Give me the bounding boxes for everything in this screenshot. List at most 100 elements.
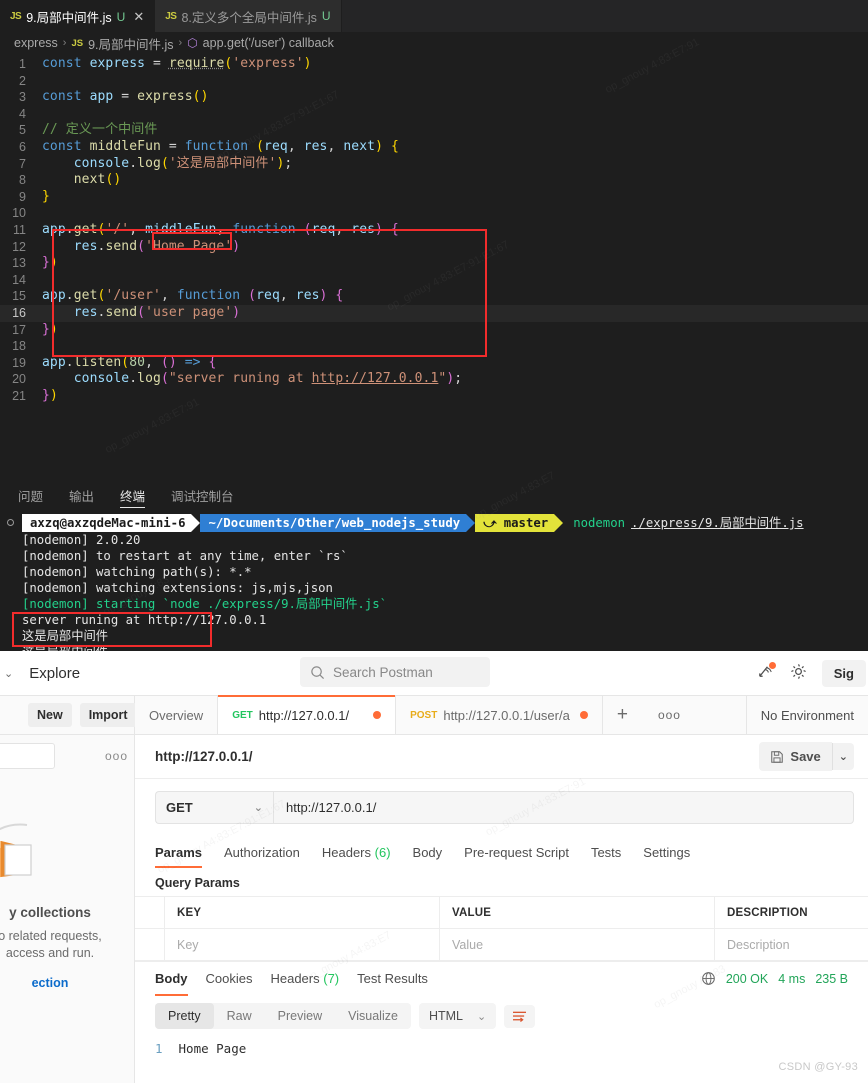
editor-tab-label: 9.局部中间件.js [26,11,112,25]
cell-description[interactable]: Description [715,929,868,961]
code-line: 10 [0,205,868,222]
chevron-down-icon: ⌄ [253,802,263,814]
create-collection-link[interactable]: ection [32,976,69,990]
postman-body: ooo y collections o related requests, ac… [0,735,868,1083]
explore-button[interactable]: Explore [19,665,80,682]
request-tab-post[interactable]: POST http://127.0.0.1/user/a [396,696,603,734]
chevron-down-icon[interactable]: ⌄ [0,667,19,680]
tab-headers[interactable]: Headers (6) [322,836,391,868]
empty-title: y collections [9,905,91,920]
status-code: 200 OK [725,971,769,986]
view-mode-pills: Pretty Raw Preview Visualize [155,1003,411,1029]
import-button[interactable]: Import [79,703,137,727]
code-line: 9} [0,189,868,206]
unsaved-dot [373,711,382,719]
new-button[interactable]: New [28,703,72,727]
header-key: KEY [165,896,440,929]
language-select[interactable]: HTML ⌄ [418,1003,497,1029]
code-line: 13}) [0,255,868,272]
terminal-line: [nodemon] 2.0.20 [22,533,141,547]
pill-pretty[interactable]: Pretty [155,1003,214,1029]
header-actions: Sig [756,651,868,695]
invite-icon[interactable] [756,662,776,684]
pill-visualize[interactable]: Visualize [335,1003,411,1029]
line-number: 8 [19,173,26,188]
panel-tab-output[interactable]: 输出 [69,480,94,510]
language-value: HTML [428,1009,463,1023]
more-horizontal-icon[interactable]: ooo [642,696,697,734]
panel-tab-problems[interactable]: 问题 [18,480,43,510]
code-line: 8 next() [0,172,868,189]
segment-arrow [554,514,564,532]
gear-icon[interactable] [789,662,808,684]
tab-cookies[interactable]: Cookies [206,962,253,996]
tab-method: GET [232,709,253,721]
line-number: 17 [12,322,26,337]
search-input[interactable]: Search Postman [300,657,490,687]
breadcrumb-root[interactable]: express [14,36,58,50]
cell-key[interactable]: Key [165,928,440,961]
breadcrumb: express › JS 9.局部中间件.js › ⬡ app.get('/us… [0,32,868,54]
tab-params[interactable]: Params [155,836,202,868]
url-input[interactable]: http://127.0.0.1/ [273,791,854,824]
save-button[interactable]: Save [759,742,832,771]
code-line: 7 console.log('这是局部中间件'); [0,156,868,173]
wrap-lines-button[interactable] [504,1004,536,1028]
terminal-line: [nodemon] to restart at any time, enter … [22,549,348,563]
cell-value[interactable]: Value [440,928,715,961]
tab-body[interactable]: Body [413,836,443,868]
tab-pre-request-script[interactable]: Pre-request Script [464,836,569,868]
plus-icon[interactable]: + [603,696,642,734]
editor-tab-inactive[interactable]: JS 8.定义多个全局中间件.js U [155,0,342,32]
panel-tab-terminal[interactable]: 终端 [120,480,146,510]
response-size: 235 B [815,971,848,986]
request-pane: http://127.0.0.1/ Save ⌄ GET ⌄ http://12… [135,735,868,1083]
editor-tab-active[interactable]: JS 9.局部中间件.js U ✕ [0,0,156,32]
terminal-line: [nodemon] watching extensions: js,mjs,js… [22,581,333,595]
tab-tests[interactable]: Tests [591,836,621,868]
method-value: GET [166,800,193,815]
pill-raw[interactable]: Raw [214,1003,265,1029]
tab-response-body[interactable]: Body [155,962,188,996]
response-view-bar: Pretty Raw Preview Visualize HTML ⌄ [135,995,868,1037]
tab-test-results[interactable]: Test Results [357,962,428,996]
symbol-object-icon: ⬡ [187,36,198,50]
postman-window: ⌄ Explore Search Postman Sig New Import … [0,651,868,1083]
response-meta: 200 OK 4 ms 235 B [701,971,848,986]
breadcrumb-file[interactable]: 9.局部中间件.js [88,34,173,53]
code-editor[interactable]: 1 const express = require('express') 2 3c… [0,54,868,404]
save-chevron-down-icon[interactable]: ⌄ [831,743,854,770]
environment-selector[interactable]: No Environment [745,696,868,734]
breadcrumb-symbol[interactable]: app.get('/user') callback [203,36,334,50]
terminal-line: [nodemon] starting `node ./express/9.局部中… [22,597,388,611]
more-horizontal-icon[interactable]: ooo [105,749,128,763]
tab-response-headers[interactable]: Headers (7) [270,962,339,996]
code-line: 2 [0,73,868,90]
row-checkbox[interactable] [135,928,165,961]
pill-preview[interactable]: Preview [265,1003,335,1029]
segment-arrow [191,514,201,532]
close-icon[interactable]: ✕ [133,10,144,23]
line-number: 5 [19,123,26,138]
chevron-right-icon: › [178,37,183,49]
code-line: 3 const app = express() [0,89,868,106]
panel-tab-debug-console[interactable]: 调试控制台 [171,480,234,510]
editor-tab-state: U [321,9,331,23]
sidebar: ooo y collections o related requests, ac… [0,735,135,1083]
wrap-lines-icon [513,1011,527,1022]
tab-authorization[interactable]: Authorization [224,836,300,868]
sidebar-filter-input[interactable] [0,743,55,769]
response-body[interactable]: 1 Home Page [135,1037,868,1060]
terminal-line: [nodemon] watching path(s): *.* [22,565,252,579]
sign-in-button[interactable]: Sig [821,659,866,687]
method-select[interactable]: GET ⌄ [155,791,273,824]
terminal[interactable]: axzq@axzqdeMac-mini-6 ~/Documents/Other/… [0,510,868,651]
select-all-cell[interactable] [135,896,165,929]
request-tab-overview[interactable]: Overview [135,696,219,734]
url-bar: GET ⌄ http://127.0.0.1/ [135,779,868,836]
table-row[interactable]: Key Value Description [135,928,868,961]
tab-settings[interactable]: Settings [643,836,690,868]
request-tab-get[interactable]: GET http://127.0.0.1/ [218,695,397,734]
segment-arrow [466,514,476,532]
code-line: 12 res.send('Home Page') [0,239,868,256]
